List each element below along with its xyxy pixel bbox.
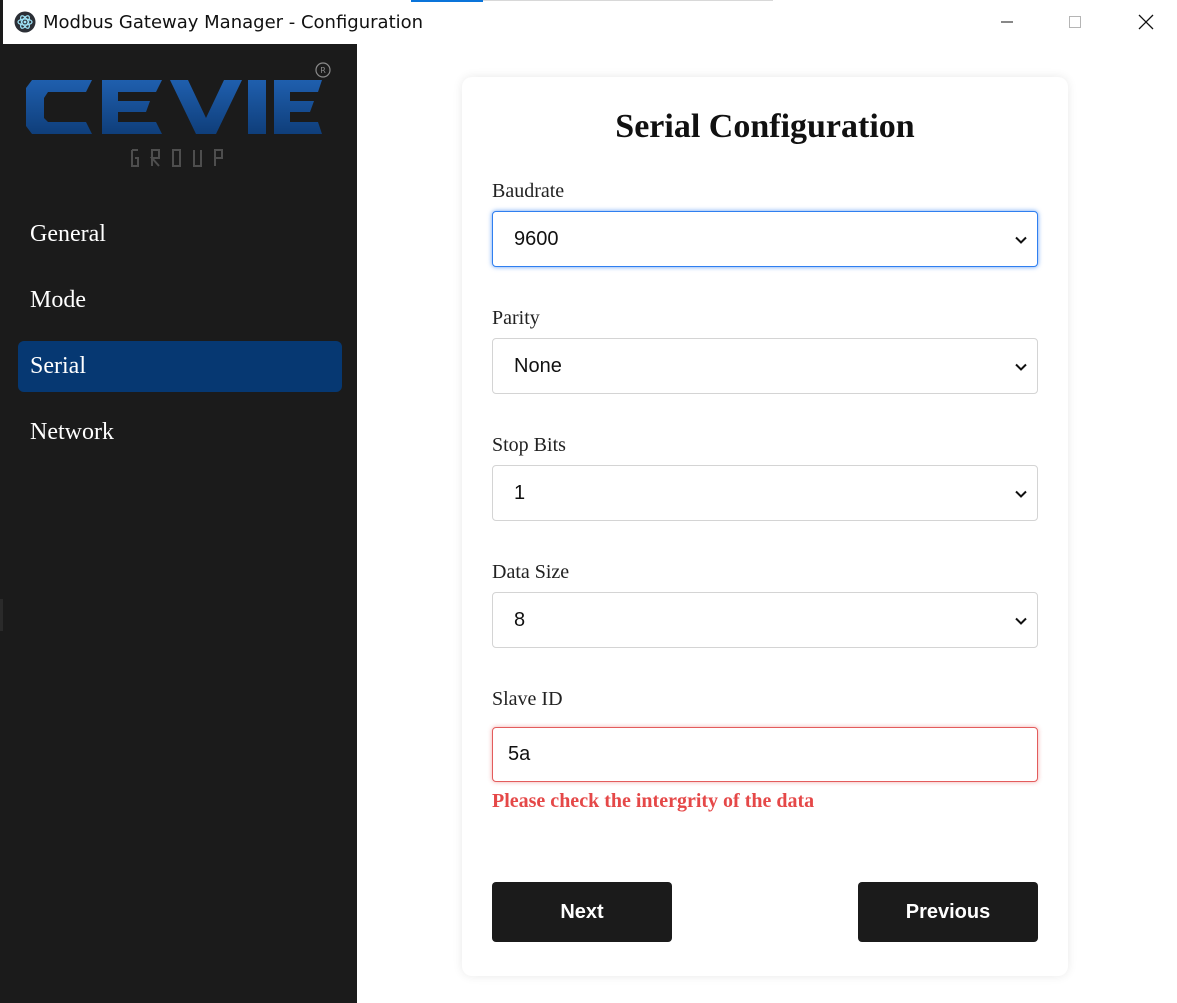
- baudrate-select[interactable]: 9600: [492, 211, 1038, 267]
- window-title: Modbus Gateway Manager - Configuration: [43, 12, 424, 33]
- validation-error-message: Please check the intergrity of the data: [492, 790, 815, 812]
- next-button[interactable]: Next: [492, 882, 672, 942]
- svg-text:R: R: [320, 66, 326, 75]
- maximize-icon: [1069, 16, 1081, 28]
- app-icon: [14, 11, 36, 33]
- stop-bits-select[interactable]: 1: [492, 465, 1038, 521]
- sidebar-item-general[interactable]: General: [18, 209, 342, 260]
- close-button[interactable]: [1123, 0, 1169, 44]
- sidebar: R General Mode Serial Network: [0, 44, 357, 1003]
- minimize-icon: [1001, 21, 1013, 23]
- chevron-down-icon: [1015, 490, 1027, 498]
- parity-value: None: [514, 354, 562, 377]
- company-logo: R: [26, 62, 331, 167]
- slave-id-label: Slave ID: [492, 688, 563, 710]
- sidebar-item-serial[interactable]: Serial: [18, 341, 342, 392]
- stop-bits-value: 1: [514, 481, 526, 504]
- chevron-down-icon: [1015, 236, 1027, 244]
- baudrate-value: 9600: [514, 227, 559, 250]
- slave-id-input[interactable]: 5a: [492, 727, 1038, 782]
- parity-select[interactable]: None: [492, 338, 1038, 394]
- sidebar-item-label: Mode: [30, 287, 86, 313]
- sidebar-item-label: Serial: [30, 353, 86, 379]
- slave-id-value: 5a: [508, 743, 531, 765]
- tab-indicator: [411, 0, 483, 2]
- page-title: Serial Configuration: [615, 108, 915, 145]
- titlebar-edge: [0, 0, 3, 44]
- titlebar-divider: [483, 0, 773, 1]
- sidebar-item-label: Network: [30, 419, 114, 445]
- sidebar-item-network[interactable]: Network: [18, 407, 342, 458]
- chevron-down-icon: [1015, 617, 1027, 625]
- data-size-label: Data Size: [492, 561, 570, 583]
- window-titlebar: Modbus Gateway Manager - Configuration: [0, 0, 1177, 44]
- stop-bits-label: Stop Bits: [492, 434, 566, 456]
- sidebar-item-mode[interactable]: Mode: [18, 275, 342, 326]
- previous-button[interactable]: Previous: [858, 882, 1038, 942]
- baudrate-label: Baudrate: [492, 180, 565, 202]
- minimize-button[interactable]: [984, 0, 1030, 44]
- sidebar-edge-mark: [0, 599, 3, 631]
- data-size-value: 8: [514, 608, 526, 631]
- close-icon: [1138, 14, 1154, 30]
- data-size-select[interactable]: 8: [492, 592, 1038, 648]
- sidebar-item-label: General: [30, 221, 106, 247]
- parity-label: Parity: [492, 307, 540, 329]
- chevron-down-icon: [1015, 363, 1027, 371]
- maximize-button[interactable]: [1052, 0, 1098, 44]
